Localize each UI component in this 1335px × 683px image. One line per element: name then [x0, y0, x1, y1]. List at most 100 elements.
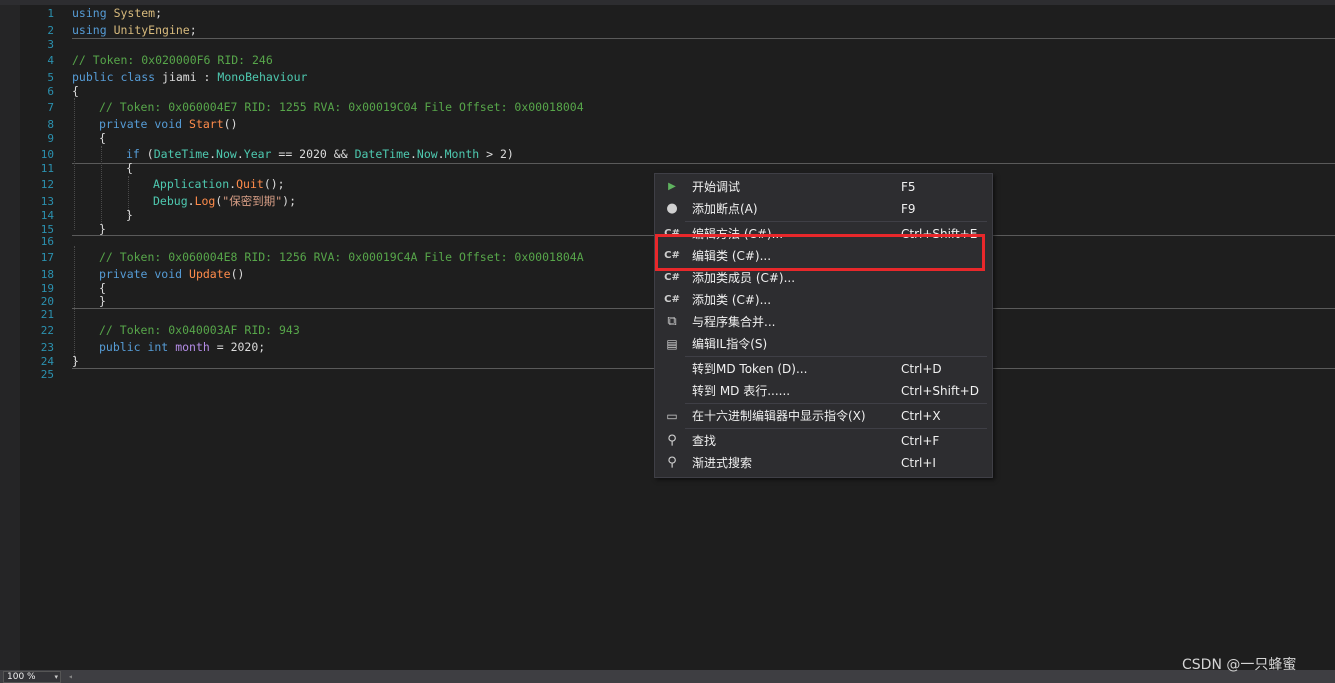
menu-item-label: 渐进式搜索	[692, 456, 753, 470]
csharp-icon: C#	[664, 272, 680, 283]
menu-item-incremental-search[interactable]: ⚲ 渐进式搜索 Ctrl+I	[655, 452, 992, 474]
menu-item-show-in-hex-editor[interactable]: ▭ 在十六进制编辑器中显示指令(X) Ctrl+X	[655, 405, 992, 427]
property: Month	[444, 147, 480, 161]
menu-item-shortcut: Ctrl+D	[901, 362, 942, 376]
namespace: UnityEngine	[113, 23, 190, 37]
punct: ;	[189, 23, 197, 37]
menu-item-shortcut: Ctrl+X	[901, 409, 941, 423]
property: Now	[216, 147, 237, 161]
code-line: public class jiami : MonoBehaviour	[72, 70, 307, 85]
code-comment: // Token: 0x060004E8 RID: 1256 RVA: 0x00…	[99, 250, 584, 264]
line-number: 13	[40, 195, 54, 208]
code-line: private void Update()	[99, 267, 244, 282]
line-number: 4	[47, 54, 54, 67]
chevron-down-icon: ▾	[54, 673, 58, 681]
breakpoint-icon: ●	[666, 201, 678, 216]
code-line: }	[72, 354, 79, 368]
menu-item-label: 编辑IL指令(S)	[692, 337, 768, 351]
block-separator	[72, 163, 1335, 164]
menu-item-merge-assembly[interactable]: ⧉ 与程序集合并...	[655, 311, 992, 333]
operator: > 2)	[479, 147, 514, 161]
editor-tab-strip	[0, 0, 1335, 5]
property: Year	[243, 147, 272, 161]
namespace: System	[113, 6, 156, 20]
line-number: 25	[40, 368, 54, 381]
highlight-box	[655, 234, 985, 271]
line-number: 18	[40, 268, 54, 281]
indent-guide	[74, 98, 75, 230]
punct: );	[282, 194, 296, 208]
field-name: month	[175, 340, 210, 354]
search-icon: ⚲	[667, 433, 677, 448]
menu-item-add-breakpoint[interactable]: ● 添加断点(A) F9	[655, 198, 992, 220]
menu-item-goto-md-table-row[interactable]: 转到 MD 表行...... Ctrl+Shift+D	[655, 380, 992, 402]
menu-item-label: 在十六进制编辑器中显示指令(X)	[692, 409, 866, 423]
horizontal-scrollbar[interactable]	[0, 670, 1335, 683]
menu-item-find[interactable]: ⚲ 查找 Ctrl+F	[655, 430, 992, 452]
keyword: using	[72, 23, 107, 37]
csharp-icon: C#	[664, 294, 680, 305]
punct: ()	[223, 117, 238, 131]
line-number: 3	[47, 38, 54, 51]
menu-item-label: 添加断点(A)	[692, 202, 758, 216]
punct: ;	[155, 6, 163, 20]
menu-item-start-debugging[interactable]: ▶ 开始调试 F5	[655, 176, 992, 198]
punct: .	[437, 147, 445, 161]
menu-item-shortcut: F9	[901, 202, 916, 216]
line-number: 17	[40, 251, 54, 264]
indent-guide	[101, 146, 102, 224]
line-number: 16	[40, 235, 54, 248]
line-number: 9	[47, 132, 54, 145]
punct: .	[187, 194, 195, 208]
scroll-left-icon[interactable]: ◂	[68, 672, 73, 681]
menu-item-label: 转到 MD 表行......	[692, 384, 791, 398]
menu-item-shortcut: Ctrl+I	[901, 456, 936, 470]
play-icon: ▶	[668, 181, 676, 192]
menu-item-goto-md-token[interactable]: 转到MD Token (D)... Ctrl+D	[655, 358, 992, 380]
menu-item-shortcut: Ctrl+F	[901, 434, 940, 448]
menu-separator	[685, 356, 987, 357]
type-name: DateTime	[153, 147, 210, 161]
property: Now	[416, 147, 438, 161]
line-number: 5	[47, 71, 54, 84]
merge-icon: ⧉	[667, 314, 677, 329]
menu-separator	[685, 221, 987, 222]
punct: (	[139, 147, 154, 161]
line-number: 12	[40, 178, 54, 191]
menu-item-edit-il[interactable]: ▤ 编辑IL指令(S)	[655, 333, 992, 355]
code-comment: // Token: 0x020000F6 RID: 246	[72, 53, 273, 67]
il-icon: ▤	[666, 337, 678, 351]
menu-separator	[685, 428, 987, 429]
punct: = 2020;	[209, 340, 266, 354]
code-comment: // Token: 0x040003AF RID: 943	[99, 323, 300, 337]
type-name: Debug	[153, 194, 188, 208]
method-name: Log	[194, 194, 216, 208]
hex-icon: ▭	[666, 409, 678, 423]
zoom-select[interactable]: 100 % ▾	[3, 671, 61, 683]
type-name: Application	[153, 177, 230, 191]
menu-item-label: 与程序集合并...	[692, 315, 776, 329]
line-number: 2	[47, 24, 54, 37]
code-line: {	[72, 84, 79, 98]
code-line: private void Start()	[99, 117, 238, 132]
block-separator	[72, 38, 1335, 39]
punct: ()	[230, 267, 245, 281]
code-line: }	[126, 208, 133, 222]
code-line: {	[126, 161, 133, 175]
menu-item-add-class[interactable]: C# 添加类 (C#)...	[655, 289, 992, 311]
operator: == 2020 &&	[271, 147, 355, 161]
code-line: }	[99, 294, 106, 308]
code-line: Debug.Log("保密到期");	[153, 194, 296, 209]
line-number: 7	[47, 101, 54, 114]
code-line: using UnityEngine;	[72, 23, 197, 38]
menu-item-shortcut: Ctrl+Shift+D	[901, 384, 979, 398]
line-number: 20	[40, 295, 54, 308]
line-number: 6	[47, 85, 54, 98]
method-name: Update	[189, 267, 231, 281]
search-icon: ⚲	[667, 455, 677, 470]
menu-item-shortcut: F5	[901, 180, 916, 194]
code-comment: // Token: 0x060004E7 RID: 1255 RVA: 0x00…	[99, 100, 584, 114]
code-line: using System;	[72, 6, 162, 21]
class-name: jiami :	[155, 70, 218, 84]
punct: .	[209, 147, 217, 161]
